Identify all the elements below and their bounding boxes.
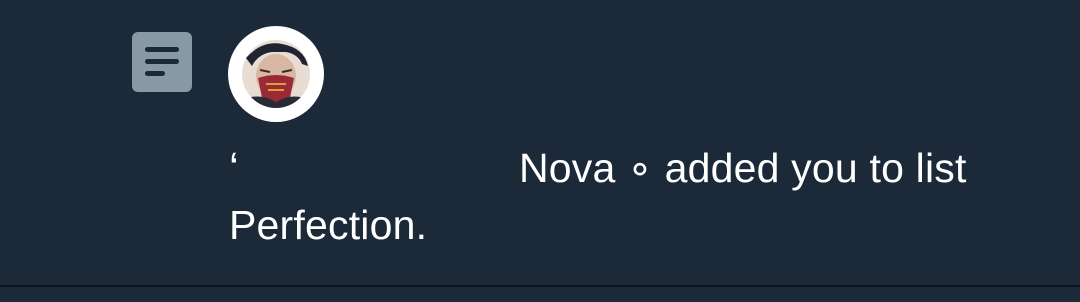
avatar[interactable] bbox=[228, 26, 324, 122]
notification-item[interactable]: ‘ Nova ∘ added you to list Perfection. bbox=[0, 0, 1080, 285]
user-display-name[interactable]: Nova ∘ bbox=[519, 145, 653, 191]
list-name[interactable]: Perfection bbox=[229, 202, 416, 248]
suffix: . bbox=[415, 202, 428, 248]
list-icon bbox=[132, 32, 192, 92]
next-item-edge bbox=[0, 287, 1080, 302]
notification-message: ‘ Nova ∘ added you to list Perfection. bbox=[229, 140, 989, 254]
action-text: added you to list bbox=[652, 145, 967, 191]
prefix-mark: ‘ bbox=[229, 144, 239, 193]
user-avatar-image bbox=[242, 40, 310, 108]
